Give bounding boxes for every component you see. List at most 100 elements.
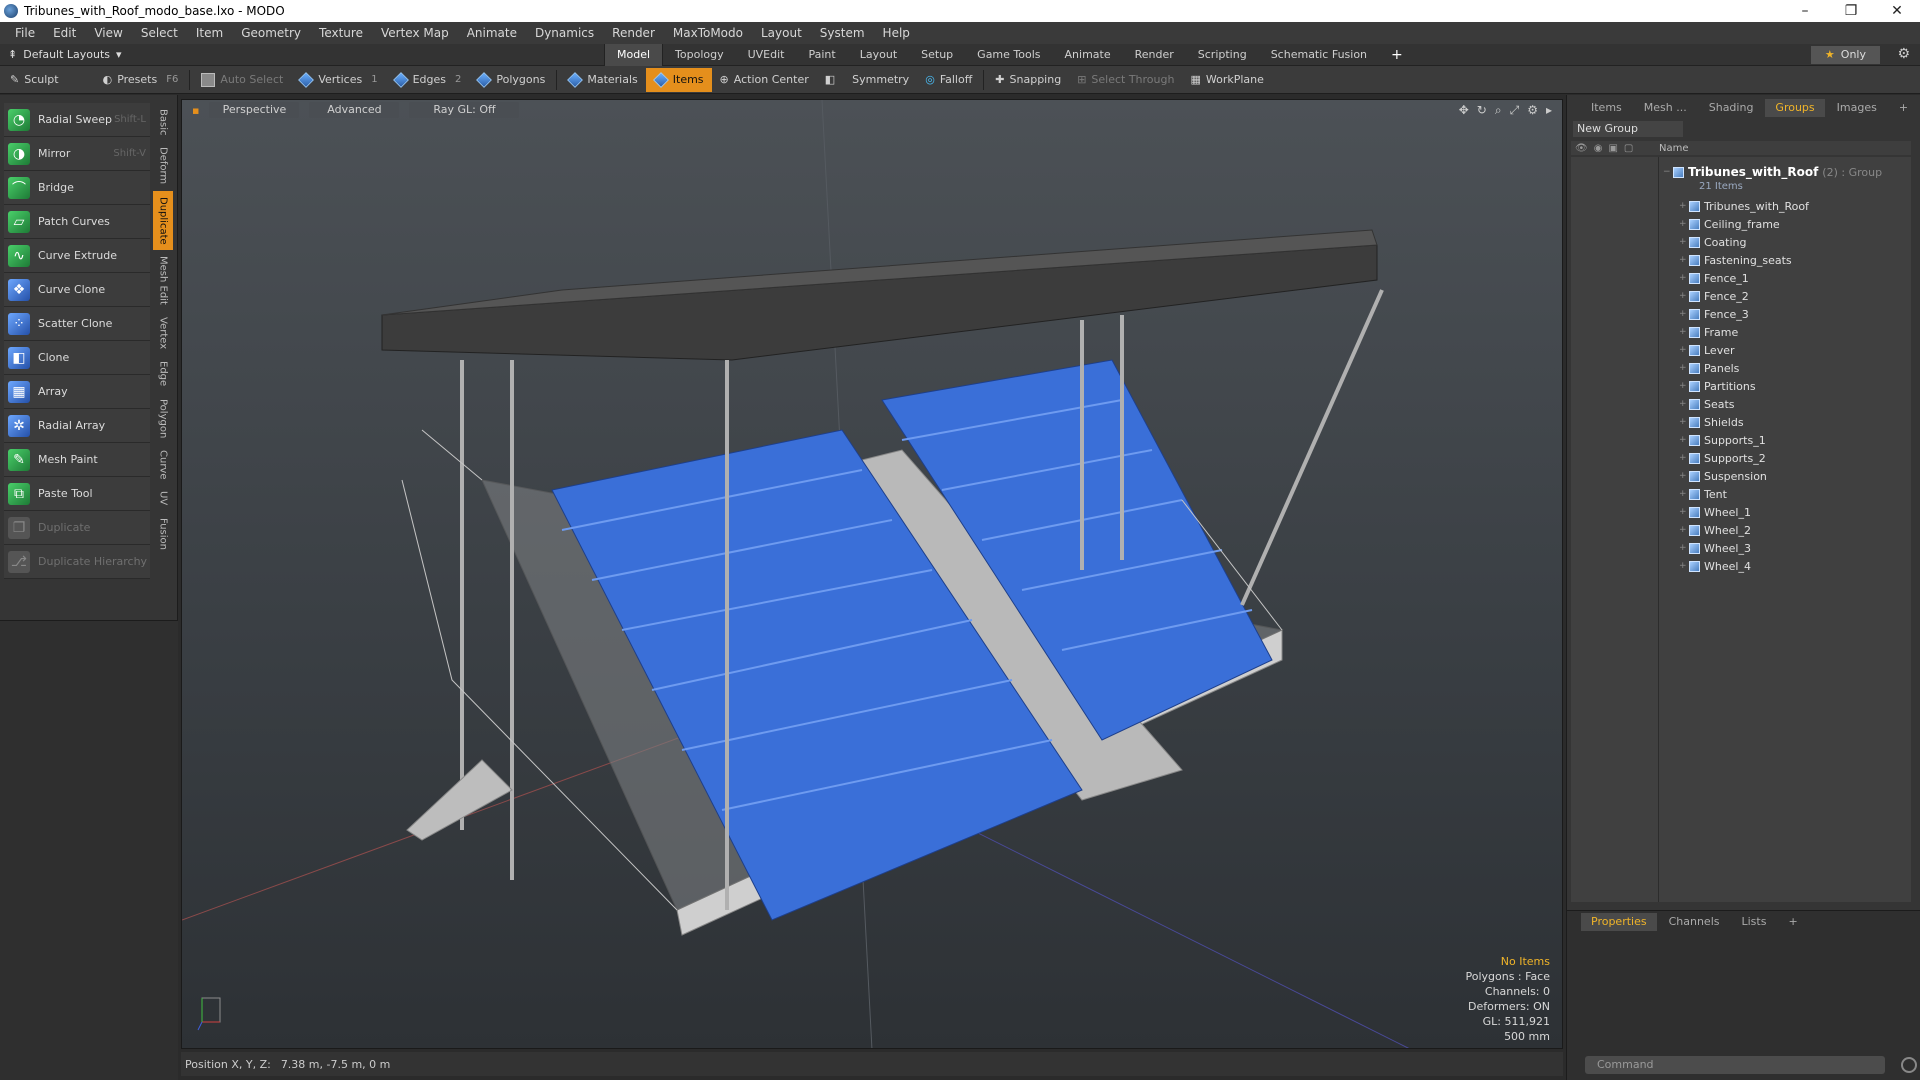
gear-icon[interactable]: ⚙ [1897,46,1910,62]
vtab-deform[interactable]: Deform [153,141,173,190]
expand-icon[interactable]: + [1679,561,1689,571]
expand-icon[interactable]: + [1679,399,1689,409]
group-item-row[interactable]: + Fence_1 [1571,269,1911,287]
vtab-mesh-edit[interactable]: Mesh Edit [153,250,173,311]
expand-icon[interactable]: + [1679,525,1689,535]
expand-icon[interactable]: + [1679,309,1689,319]
tab-uvedit[interactable]: UVEdit [736,44,797,66]
menu-render[interactable]: Render [603,22,664,44]
group-item-row[interactable]: + Shields [1571,413,1911,431]
menu-layout[interactable]: Layout [752,22,811,44]
group-item-row[interactable]: + Frame [1571,323,1911,341]
minimize-button[interactable]: – [1782,0,1828,22]
menu-system[interactable]: System [811,22,874,44]
expand-icon[interactable]: + [1679,453,1689,463]
tool-array[interactable]: ▦ Array [4,375,150,409]
tab-properties[interactable]: Properties [1581,913,1657,931]
group-item-row[interactable]: + Supports_1 [1571,431,1911,449]
expand-icon[interactable]: + [1679,381,1689,391]
materials-button[interactable]: Materials [560,68,645,92]
expand-icon[interactable]: + [1679,327,1689,337]
tool-curve-clone[interactable]: ❖ Curve Clone [4,273,150,307]
command-history-icon[interactable] [1901,1057,1917,1073]
tab-channels[interactable]: Channels [1659,913,1730,931]
command-input[interactable]: Command [1585,1056,1885,1074]
vtab-uv[interactable]: UV [153,485,173,511]
3d-viewport[interactable]: ▪ Perspective Advanced Ray GL: Off ✥ ↻ ⌕… [181,99,1563,1049]
tab-lists[interactable]: Lists [1732,913,1777,931]
tool-radial-sweep[interactable]: ◔ Radial Sweep Shift-L [4,103,150,137]
polygons-button[interactable]: Polygons [469,68,553,92]
tool-paste-tool[interactable]: ⧉ Paste Tool [4,477,150,511]
vtab-fusion[interactable]: Fusion [153,512,173,556]
group-item-row[interactable]: + Fastening_seats [1571,251,1911,269]
tab-schematic-fusion[interactable]: Schematic Fusion [1259,44,1379,66]
group-item-row[interactable]: + Fence_3 [1571,305,1911,323]
group-item-row[interactable]: + Lever [1571,341,1911,359]
action-center-button[interactable]: ⊕ Action Center [712,68,817,92]
add-panel-tab-icon[interactable]: + [1889,99,1918,117]
select-through-button[interactable]: ⊞ Select Through [1069,68,1182,92]
edges-button[interactable]: Edges 2 [386,68,470,92]
expand-icon[interactable]: + [1679,471,1689,481]
expand-icon[interactable]: ▸ [1546,103,1552,118]
group-item-row[interactable]: + Wheel_2 [1571,521,1911,539]
raygl-toggle[interactable]: Ray GL: Off [409,102,520,118]
new-group-button[interactable]: New Group [1573,121,1683,137]
tab-render[interactable]: Render [1123,44,1186,66]
tool-clone[interactable]: ◧ Clone [4,341,150,375]
menu-maxtomodo[interactable]: MaxToModo [664,22,752,44]
menu-file[interactable]: File [6,22,44,44]
tab-topology[interactable]: Topology [663,44,736,66]
tab-mesh[interactable]: Mesh ... [1634,99,1697,117]
expand-icon[interactable]: + [1679,273,1689,283]
tool-bridge[interactable]: ⌒ Bridge [4,171,150,205]
menu-select[interactable]: Select [132,22,187,44]
tab-images[interactable]: Images [1827,99,1887,117]
only-toggle[interactable]: ★ Only [1810,46,1880,64]
falloff-button[interactable]: ◎ Falloff [917,68,980,92]
menu-item[interactable]: Item [187,22,232,44]
tool-radial-array[interactable]: ✲ Radial Array [4,409,150,443]
tool-curve-extrude[interactable]: ∿ Curve Extrude [4,239,150,273]
vertices-button[interactable]: Vertices 1 [291,68,385,92]
view-mode-dropdown[interactable]: Perspective [209,102,300,118]
tool-duplicate[interactable]: ❐ Duplicate [4,511,150,545]
group-item-row[interactable]: + Suspension [1571,467,1911,485]
expand-icon[interactable]: + [1679,237,1689,247]
group-item-row[interactable]: + Tent [1571,485,1911,503]
menu-animate[interactable]: Animate [458,22,526,44]
workplane-button[interactable]: ▦ WorkPlane [1182,68,1271,92]
vtab-duplicate[interactable]: Duplicate [153,190,173,251]
select-icon[interactable]: ▢ [1624,143,1633,154]
tab-groups[interactable]: Groups [1765,99,1825,117]
tab-setup[interactable]: Setup [909,44,965,66]
symmetry-button[interactable]: ◧ Symmetry [817,68,917,92]
group-item-row[interactable]: + Seats [1571,395,1911,413]
expand-icon[interactable]: + [1679,219,1689,229]
group-item-row[interactable]: + Coating [1571,233,1911,251]
expand-icon[interactable]: + [1679,489,1689,499]
lock-icon[interactable]: ▣ [1608,143,1617,154]
expand-icon[interactable]: + [1679,345,1689,355]
group-item-row[interactable]: + Partitions [1571,377,1911,395]
vtab-polygon[interactable]: Polygon [153,393,173,444]
menu-edit[interactable]: Edit [44,22,85,44]
items-button[interactable]: Items [645,67,712,92]
group-item-row[interactable]: + Wheel_3 [1571,539,1911,557]
layout-dropdown[interactable]: ⇞ Default Layouts ▾ [8,48,122,61]
expand-icon[interactable]: + [1679,291,1689,301]
add-properties-tab-icon[interactable]: + [1778,913,1807,931]
menu-help[interactable]: Help [874,22,919,44]
tab-animate[interactable]: Animate [1053,44,1123,66]
group-item-row[interactable]: + Wheel_1 [1571,503,1911,521]
eye-icon[interactable]: 👁 [1575,143,1588,154]
vtab-vertex[interactable]: Vertex [153,311,173,355]
shading-dropdown[interactable]: Advanced [309,102,400,118]
name-column-header[interactable]: Name [1659,143,1689,154]
expand-icon[interactable]: + [1679,507,1689,517]
rotate-icon[interactable]: ↻ [1477,103,1487,118]
add-tab-button[interactable]: + [1379,44,1415,66]
auto-select-button[interactable]: Auto Select [193,68,291,92]
render-icon[interactable]: ◉ [1594,143,1603,154]
